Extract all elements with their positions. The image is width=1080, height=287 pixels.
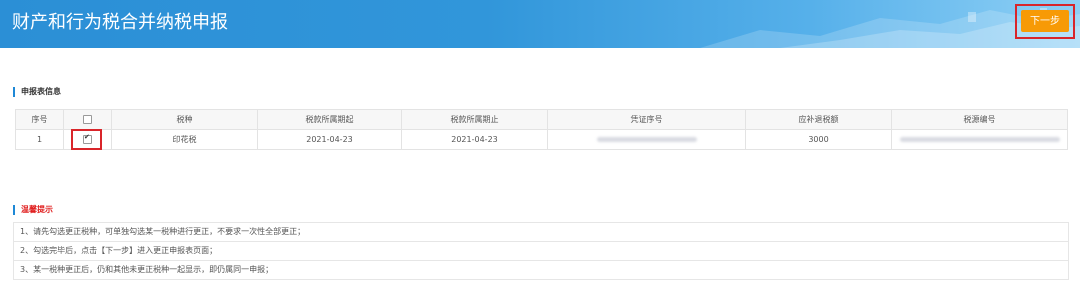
- declaration-table: 序号 税种 税款所属期起 税款所属期止 凭证序号 应补退税额 税源编号 1 印花…: [15, 109, 1068, 150]
- tip-item: 2、勾选完毕后，点击【下一步】进入更正申报表页面；: [13, 241, 1069, 260]
- row-period-end: 2021-04-23: [401, 129, 548, 150]
- row-voucher-no: [547, 129, 746, 150]
- table-header-row: 序号 税种 税款所属期起 税款所属期止 凭证序号 应补退税额 税源编号: [15, 109, 1068, 130]
- col-tax-type-header: 税种: [111, 109, 258, 130]
- redacted-source-no: [899, 137, 1060, 142]
- declaration-section-title: 申报表信息: [13, 87, 61, 97]
- tips-section-title: 温馨提示: [13, 205, 53, 215]
- redacted-voucher-no: [596, 137, 697, 142]
- tip-item: 1、请先勾选更正税种，可单独勾选某一税种进行更正，不要求一次性全部更正；: [13, 222, 1069, 241]
- tip-item: 3、某一税种更正后，仍和其他未更正税种一起显示，即仍属同一申报；: [13, 260, 1069, 280]
- col-amount-header: 应补退税额: [745, 109, 892, 130]
- page-title: 财产和行为税合并纳税申报: [12, 12, 228, 33]
- table-row: 1 印花税 2021-04-23 2021-04-23 3000: [15, 129, 1068, 150]
- row-amount: 3000: [745, 129, 892, 150]
- col-source-header: 税源编号: [891, 109, 1068, 130]
- col-index-header: 序号: [15, 109, 64, 130]
- select-all-checkbox[interactable]: [83, 115, 92, 124]
- col-select-header: [63, 109, 112, 130]
- next-step-button[interactable]: 下一步: [1021, 10, 1069, 32]
- row-index: 1: [15, 129, 64, 150]
- col-voucher-header: 凭证序号: [547, 109, 746, 130]
- row-source-no: [891, 129, 1068, 150]
- page-header: 财产和行为税合并纳税申报: [0, 0, 1080, 48]
- col-period-end-header: 税款所属期止: [401, 109, 548, 130]
- col-period-start-header: 税款所属期起: [257, 109, 402, 130]
- checkbox-highlight: [71, 129, 102, 150]
- tips-list: 1、请先勾选更正税种，可单独勾选某一税种进行更正，不要求一次性全部更正； 2、勾…: [13, 222, 1069, 280]
- row-period-start: 2021-04-23: [257, 129, 402, 150]
- row-tax-type: 印花税: [111, 129, 258, 150]
